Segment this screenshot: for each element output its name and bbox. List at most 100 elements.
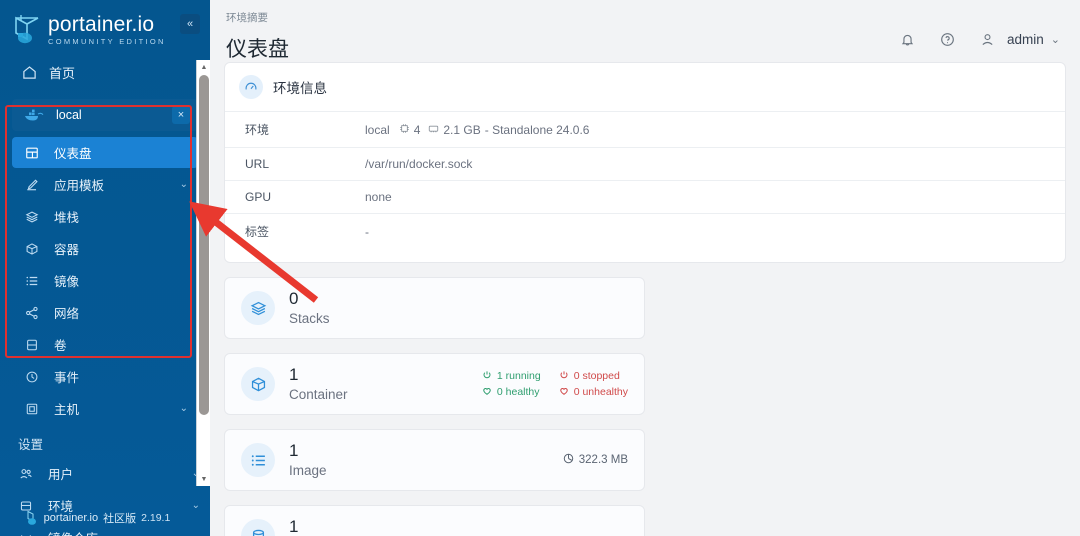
chevron-down-icon[interactable]: ⌄: [180, 179, 188, 190]
environment-header[interactable]: local ×: [12, 99, 198, 131]
sidebar-item-home-label: 首页: [49, 66, 76, 81]
host-icon: [24, 402, 40, 416]
stat-card-image[interactable]: 1 Image 322.3 MB: [224, 429, 645, 491]
footer-brand-name: portainer.io: [43, 512, 99, 524]
close-icon[interactable]: ×: [172, 106, 190, 124]
status-healthy: 0 healthy: [482, 386, 541, 399]
info-row-url: URL /var/run/docker.sock: [225, 147, 1065, 180]
sidebar-item-events-label: 事件: [54, 371, 80, 385]
info-value: local 4 2.1 GB - Standalone 24.0.6: [365, 123, 589, 137]
info-label: 标签: [245, 225, 270, 239]
heart-icon: [559, 386, 569, 399]
stat-card-volume[interactable]: 1 Volume: [224, 505, 645, 536]
template-icon: [24, 178, 40, 192]
user-icon: [974, 26, 1000, 52]
logo-title: portainer.io: [48, 13, 155, 37]
chevron-down-icon[interactable]: ⌄: [180, 403, 188, 414]
info-row-environment: 环境 local 4 2.1 GB - Standalone 24.0.6: [225, 111, 1065, 147]
user-name: admin: [1007, 31, 1044, 47]
sidebar-item-events[interactable]: 事件: [12, 361, 198, 392]
sidebar-logo[interactable]: portainer.io COMMUNITY EDITION: [0, 0, 210, 54]
image-size-chip: 322.3 MB: [563, 453, 628, 467]
info-label: GPU: [245, 190, 272, 204]
sidebar-item-networks[interactable]: 网络: [12, 297, 198, 328]
events-icon: [24, 370, 40, 384]
help-icon[interactable]: [934, 26, 960, 52]
status-running: 1 running: [482, 370, 541, 383]
sidebar-item-app-templates-label: 应用模板: [54, 179, 105, 193]
sidebar-item-volumes-label: 卷: [54, 339, 67, 353]
info-value: none: [365, 190, 392, 204]
stats-grid: 0 Stacks 1 Container 1 running 0 healthy…: [224, 277, 1066, 536]
chevron-down-icon[interactable]: ⌄: [1051, 33, 1060, 46]
info-value: -: [365, 224, 369, 239]
heart-icon: [482, 386, 492, 399]
sidebar-item-users[interactable]: 用户 ⌄: [0, 458, 210, 489]
sidebar-item-dashboard[interactable]: 仪表盘: [12, 137, 198, 168]
main-content: 环境摘要 仪表盘 admin ⌄ 环境信息 环境 local 4 2.1 GB …: [210, 0, 1080, 536]
status-stopped: 0 stopped: [559, 370, 628, 383]
portainer-mini-logo-icon: [26, 510, 39, 526]
sidebar-item-images[interactable]: 镜像: [12, 265, 198, 296]
stat-label: Image: [289, 462, 327, 478]
breadcrumb[interactable]: 环境摘要: [222, 10, 289, 25]
env-suffix: - Standalone 24.0.6: [484, 122, 590, 137]
stat-card-container[interactable]: 1 Container 1 running 0 healthy 0 stoppe…: [224, 353, 645, 415]
sidebar-item-host[interactable]: 主机 ⌄: [12, 393, 198, 424]
page-title: 仪表盘: [226, 38, 289, 61]
users-icon: [18, 467, 34, 481]
sidebar-item-containers[interactable]: 容器: [12, 233, 198, 264]
sidebar-item-app-templates[interactable]: 应用模板 ⌄: [12, 169, 198, 200]
images-icon: [24, 274, 40, 288]
status-unhealthy: 0 unhealthy: [559, 386, 628, 399]
bell-icon[interactable]: [894, 26, 920, 52]
stat-count: 0: [289, 289, 299, 309]
sidebar-item-host-label: 主机: [54, 403, 80, 417]
stacks-icon: [24, 210, 40, 224]
docker-whale-icon: [24, 108, 44, 122]
power-icon: [559, 370, 569, 383]
sidebar: portainer.io COMMUNITY EDITION « 首页 loca…: [0, 0, 210, 536]
scrollbar-thumb[interactable]: [199, 75, 209, 415]
sidebar-collapse-button[interactable]: «: [180, 14, 200, 34]
power-icon: [482, 370, 492, 383]
status-healthy-label: 0 healthy: [496, 386, 540, 398]
info-label: URL: [245, 157, 270, 171]
home-icon: [22, 65, 37, 80]
sidebar-footer: portainer.io 社区版 2.19.1: [0, 510, 196, 526]
network-icon: [24, 306, 40, 320]
stat-card-stacks[interactable]: 0 Stacks: [224, 277, 645, 339]
info-label: 环境: [245, 123, 270, 137]
status-stopped-label: 0 stopped: [573, 370, 620, 382]
info-row-gpu: GPU none: [225, 180, 1065, 213]
scroll-up-icon[interactable]: ▲: [197, 60, 211, 74]
portainer-logo-icon: [12, 14, 42, 46]
topbar: 环境摘要 仪表盘 admin ⌄: [210, 0, 1080, 62]
topbar-actions: admin ⌄: [894, 10, 1060, 52]
container-icon: [241, 367, 275, 401]
scroll-down-icon[interactable]: ▼: [197, 472, 211, 486]
sidebar-item-volumes[interactable]: 卷: [12, 329, 198, 360]
memory-icon: [428, 123, 439, 137]
environment-info-title: 环境信息: [273, 81, 327, 96]
settings-section-label: 设置: [18, 438, 44, 452]
sidebar-item-dashboard-label: 仪表盘: [54, 147, 92, 161]
cpu-count: 4: [413, 122, 421, 137]
info-value: /var/run/docker.sock: [365, 157, 473, 171]
sidebar-scrollbar[interactable]: ▲ ▼: [196, 60, 210, 486]
logo-subtitle: COMMUNITY EDITION: [48, 37, 166, 47]
sidebar-item-images-label: 镜像: [54, 275, 80, 289]
environment-info-header: 环境信息: [225, 63, 1065, 111]
sidebar-item-stacks-label: 堆栈: [54, 211, 80, 225]
environment-menu: 仪表盘 应用模板 ⌄ 堆栈 容器 镜像 网络 卷 事件 主机 ⌄: [12, 137, 198, 424]
sidebar-item-home[interactable]: 首页: [0, 54, 210, 91]
user-menu[interactable]: admin ⌄: [974, 26, 1060, 52]
dashboard-content: 环境信息 环境 local 4 2.1 GB - Standalone 24.0…: [210, 62, 1080, 536]
sidebar-item-users-label: 用户: [48, 468, 74, 482]
footer-version: 2.19.1: [141, 512, 171, 524]
stat-count: 1: [289, 365, 299, 385]
sidebar-item-stacks[interactable]: 堆栈: [12, 201, 198, 232]
status-unhealthy-label: 0 unhealthy: [573, 386, 628, 398]
cpu-icon: [399, 123, 410, 137]
sidebar-item-registries-label: 镜像仓库: [48, 528, 98, 536]
